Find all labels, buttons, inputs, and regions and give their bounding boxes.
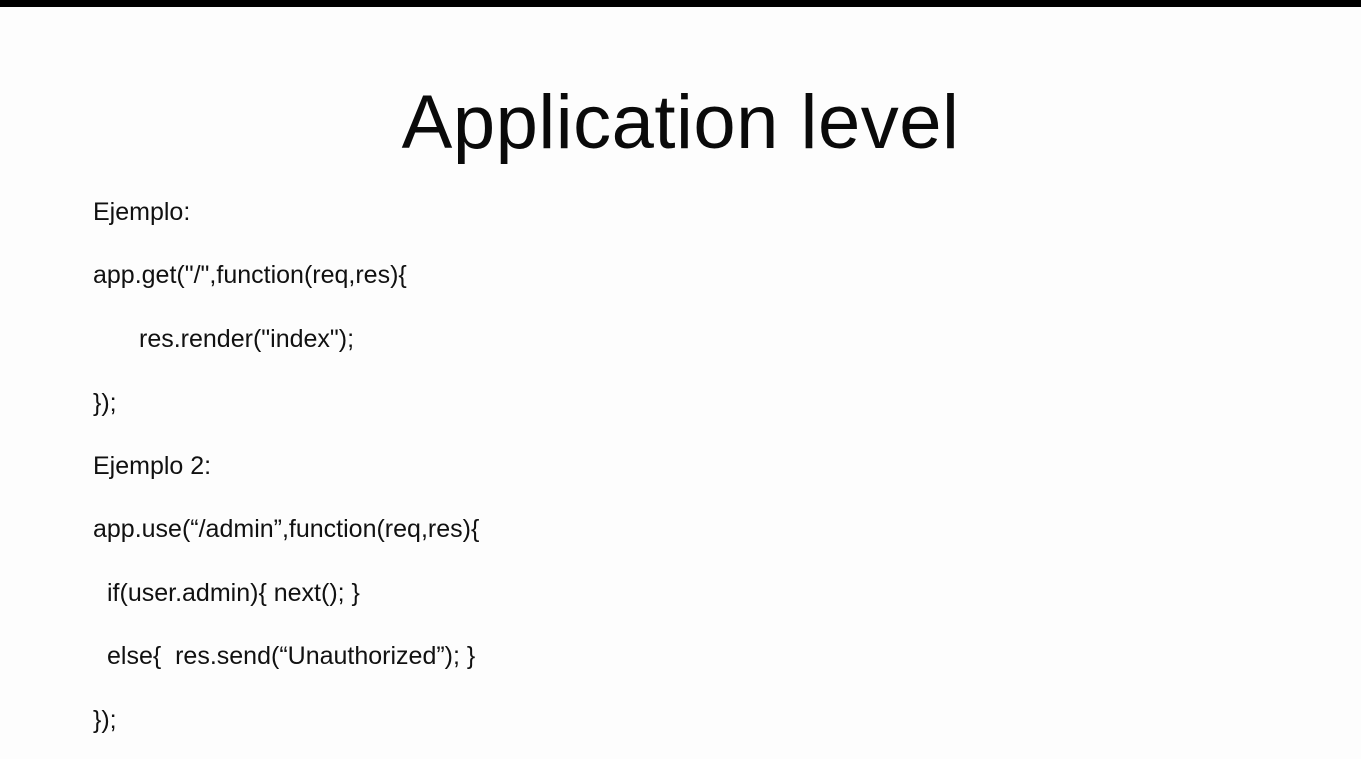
- code-line-close-2: });: [93, 706, 117, 734]
- code-line-app-use: app.use(“/admin”,function(req,res){: [93, 515, 480, 543]
- code-line-else: else{ res.send(“Unauthorized”); }: [107, 642, 476, 670]
- example-2-label: Ejemplo 2:: [93, 452, 212, 480]
- code-line-if-admin: if(user.admin){ next(); }: [107, 579, 360, 607]
- slide-title: Application level: [401, 80, 960, 165]
- example-1-label: Ejemplo:: [93, 198, 191, 226]
- code-line-app-get: app.get("/",function(req,res){: [93, 261, 407, 289]
- slide: Application level Ejemplo: app.get("/",f…: [0, 7, 1361, 759]
- top-black-bar: [0, 0, 1361, 7]
- code-line-close-1: });: [93, 389, 117, 417]
- code-line-res-render: res.render("index");: [139, 325, 355, 353]
